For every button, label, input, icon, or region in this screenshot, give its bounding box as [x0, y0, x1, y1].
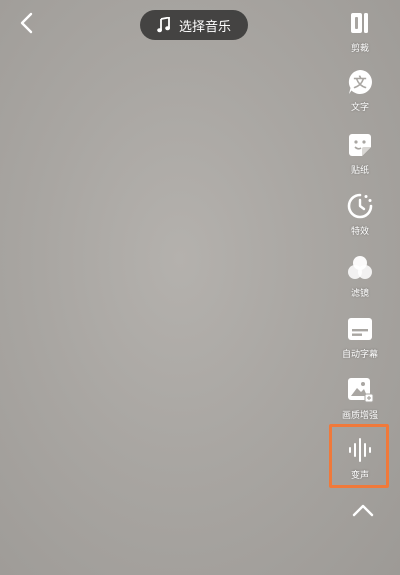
select-music-label: 选择音乐 [178, 19, 231, 35]
chevron-left-icon [20, 12, 33, 34]
tool-effects-label: 特效 [350, 227, 369, 237]
svg-text:文: 文 [353, 75, 367, 91]
music-note-icon [157, 17, 170, 33]
text-icon: 文 [345, 67, 375, 97]
tool-filter[interactable]: 滤镜 [320, 253, 400, 299]
quality-enhance-icon [345, 375, 375, 405]
tool-auto-subtitle[interactable]: 自动字幕 [320, 314, 400, 360]
tool-trim[interactable]: 剪裁 [320, 8, 400, 54]
back-button[interactable] [14, 10, 40, 36]
expand-toolbar-button[interactable] [349, 498, 377, 522]
tool-sticker[interactable]: 贴纸 [320, 130, 400, 176]
tool-quality-enhance[interactable]: 画质增强 [320, 375, 400, 421]
tool-auto-subtitle-label: 自动字幕 [341, 350, 378, 360]
tool-text-label: 文字 [350, 103, 369, 113]
select-music-button[interactable]: 选择音乐 [140, 10, 248, 40]
tool-text[interactable]: 文 文字 [320, 67, 400, 113]
tool-filter-label: 滤镜 [350, 289, 369, 299]
trim-icon [345, 8, 375, 38]
tool-sticker-label: 贴纸 [350, 166, 369, 176]
filter-icon [345, 253, 375, 283]
editing-toolbar: 剪裁 文 文字 贴纸 特效 滤镜 自动字幕 画质增强 变声 [320, 0, 400, 575]
voice-change-highlight [329, 424, 389, 488]
tool-effects[interactable]: 特效 [320, 191, 400, 237]
effects-icon [345, 191, 375, 221]
sticker-icon [345, 130, 375, 160]
chevron-up-icon [352, 504, 374, 517]
tool-quality-enhance-label: 画质增强 [341, 411, 378, 421]
auto-subtitle-icon [345, 314, 375, 344]
tool-trim-label: 剪裁 [350, 44, 369, 54]
